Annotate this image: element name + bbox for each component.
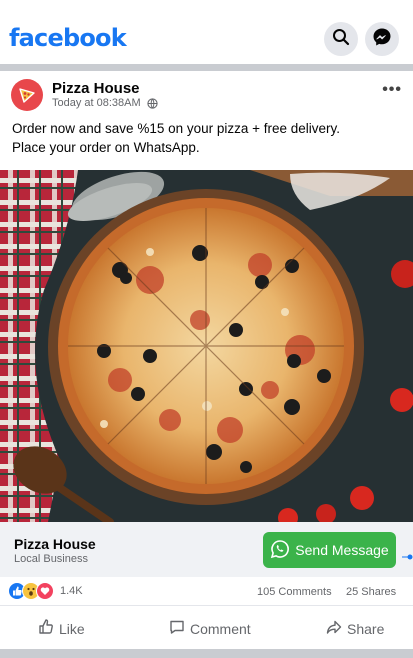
search-button[interactable] <box>324 22 358 56</box>
send-message-button[interactable]: Send Message <box>263 532 396 568</box>
globe-icon <box>147 97 158 109</box>
send-message-label: Send Message <box>295 542 389 558</box>
post-meta: Today at 08:38AM <box>52 97 158 109</box>
page-name[interactable]: Pizza House <box>52 80 140 97</box>
comment-label: Comment <box>190 620 251 637</box>
like-button[interactable]: Like <box>38 619 85 638</box>
facebook-logo[interactable]: facebook <box>9 24 127 52</box>
share-icon <box>326 619 342 638</box>
page-avatar[interactable] <box>11 79 43 111</box>
messenger-button[interactable] <box>365 22 399 56</box>
top-bar: facebook <box>0 0 413 64</box>
post-actions: Like Comment Share <box>0 605 413 649</box>
comment-button[interactable]: Comment <box>169 619 251 638</box>
post-text-line: Order now and save %15 on your pizza + f… <box>12 121 341 136</box>
feed-divider <box>0 64 413 71</box>
edge-connector <box>402 547 413 560</box>
share-button[interactable]: Share <box>326 619 384 638</box>
shares-count[interactable]: 25 Shares <box>346 586 396 598</box>
share-label: Share <box>347 620 385 637</box>
more-options-icon[interactable]: ••• <box>382 81 402 99</box>
messenger-icon <box>372 27 392 52</box>
comments-count[interactable]: 105 Comments <box>257 586 332 598</box>
comment-icon <box>169 619 185 638</box>
link-preview-bar[interactable]: Pizza House Local Business Send Message <box>0 522 413 577</box>
post-header: Pizza House Today at 08:38AM ••• <box>0 71 413 119</box>
like-icon <box>38 619 54 638</box>
pizza-slice-icon <box>19 88 35 103</box>
pizza-photo[interactable] <box>0 170 413 522</box>
feed-divider <box>0 649 413 658</box>
link-title: Pizza House <box>14 536 96 552</box>
post-text-line: Place your order on WhatsApp. <box>12 140 200 155</box>
reactions-summary[interactable]: 1.4K <box>8 582 83 600</box>
reaction-count: 1.4K <box>60 585 83 597</box>
post-text: Order now and save %15 on your pizza + f… <box>12 119 407 157</box>
like-label: Like <box>59 620 85 637</box>
whatsapp-icon <box>270 539 290 562</box>
search-icon <box>332 28 350 51</box>
love-icon <box>36 582 54 600</box>
reaction-stats: 1.4K 105 Comments 25 Shares <box>0 577 413 605</box>
post-timestamp[interactable]: Today at 08:38AM <box>52 97 141 109</box>
link-subtitle: Local Business <box>14 553 88 565</box>
